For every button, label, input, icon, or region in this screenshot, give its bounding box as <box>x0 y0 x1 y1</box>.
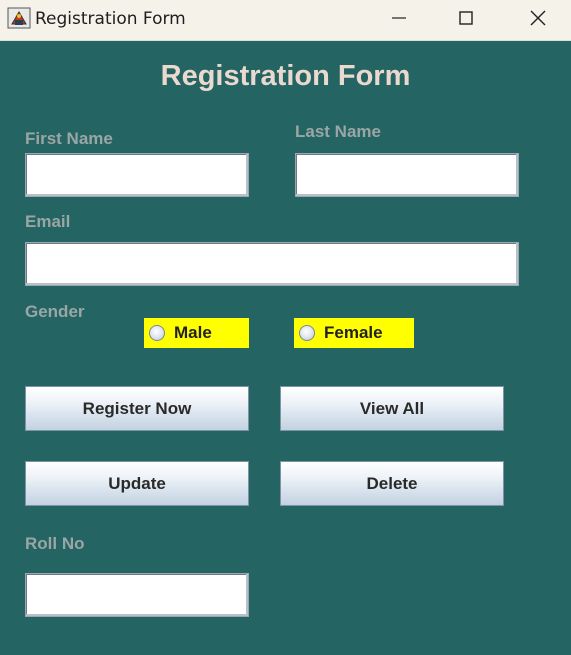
registration-window: Registration Form Registration Form Firs… <box>0 0 571 655</box>
maximize-icon <box>459 11 473 25</box>
last-name-label: Last Name <box>295 122 381 141</box>
maximize-button[interactable] <box>431 0 501 36</box>
last-name-field[interactable] <box>295 153 519 197</box>
gender-male-radio[interactable]: Male <box>144 318 249 348</box>
first-name-field[interactable] <box>25 153 249 197</box>
roll-no-label: Roll No <box>25 534 85 553</box>
radio-button-icon[interactable] <box>299 325 315 341</box>
radio-button-icon[interactable] <box>149 325 165 341</box>
roll-no-field[interactable] <box>25 573 249 617</box>
register-now-button[interactable]: Register Now <box>25 386 249 431</box>
delete-button[interactable]: Delete <box>280 461 504 506</box>
gender-label: Gender <box>25 302 85 321</box>
first-name-label: First Name <box>25 129 113 148</box>
email-label: Email <box>25 212 71 231</box>
email-field[interactable] <box>25 242 519 286</box>
minimize-button[interactable] <box>364 0 434 36</box>
java-cup-icon <box>7 7 31 29</box>
view-all-button[interactable]: View All <box>280 386 504 431</box>
form-heading: Registration Form <box>160 60 411 92</box>
close-icon <box>530 10 546 26</box>
gender-female-radio[interactable]: Female <box>294 318 414 348</box>
close-button[interactable] <box>503 0 571 36</box>
gender-male-label: Male <box>174 323 212 342</box>
gender-female-label: Female <box>324 323 383 342</box>
window-title: Registration Form <box>35 9 186 29</box>
minimize-icon <box>392 17 406 19</box>
title-bar[interactable]: Registration Form <box>0 0 571 41</box>
update-button[interactable]: Update <box>25 461 249 506</box>
